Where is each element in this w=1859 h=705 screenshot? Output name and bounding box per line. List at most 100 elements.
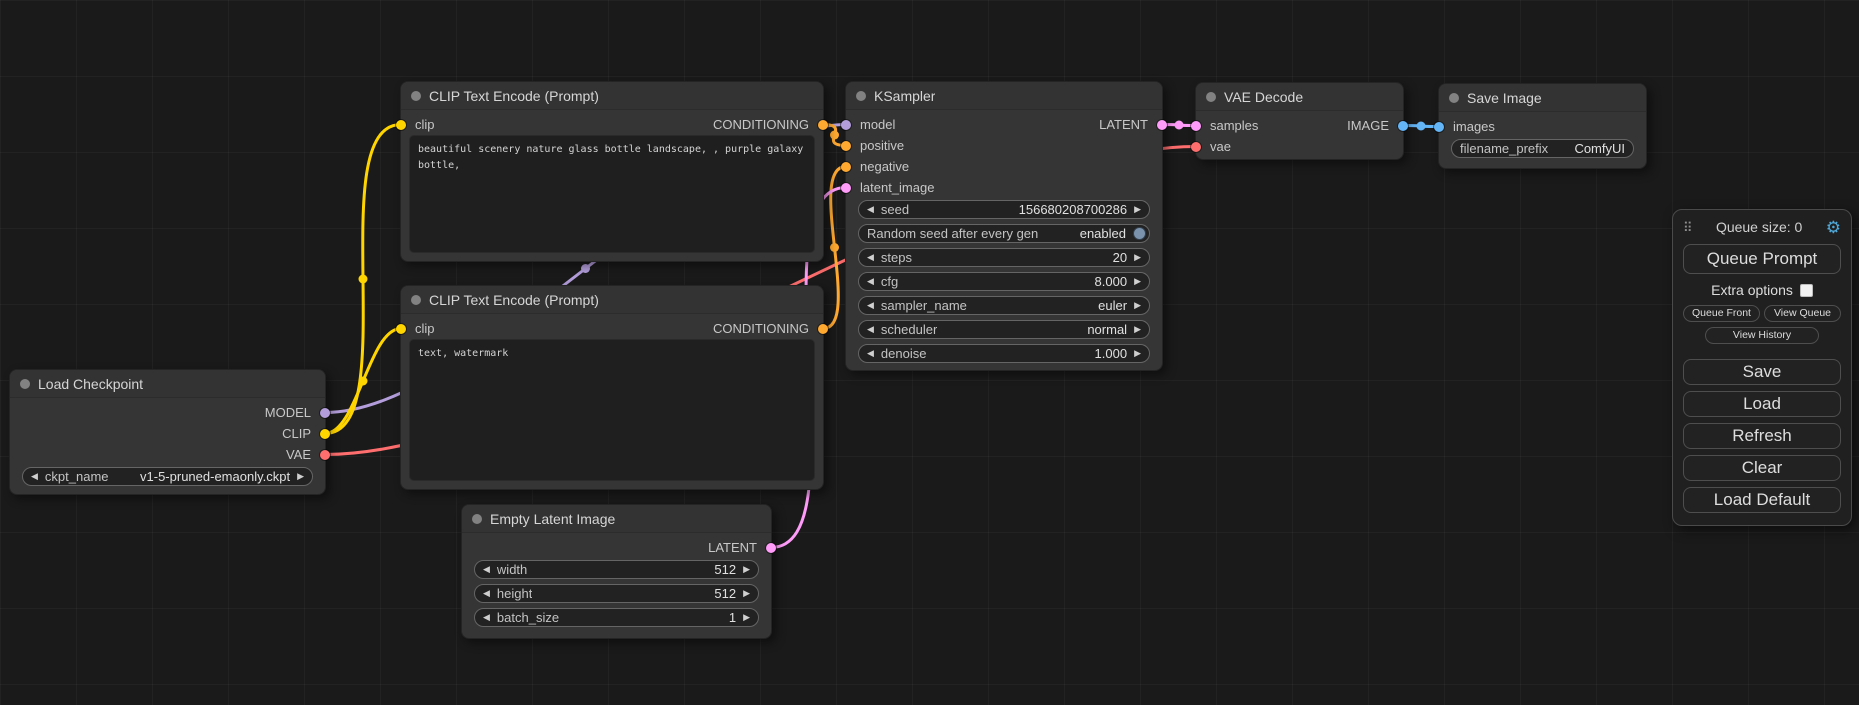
node-ksampler[interactable]: KSampler model LATENT positive negative …	[845, 81, 1163, 371]
extra-options-checkbox[interactable]	[1800, 284, 1813, 297]
increment-arrow-icon[interactable]: ▶	[743, 565, 750, 574]
slot-row: clip CONDITIONING	[401, 114, 823, 135]
collapse-dot-icon[interactable]	[1449, 93, 1459, 103]
settings-gear-icon[interactable]: ⚙	[1826, 219, 1841, 236]
widget-scheduler[interactable]: ◀ scheduler normal ▶	[858, 320, 1150, 339]
node-title-bar[interactable]: Load Checkpoint	[10, 370, 325, 398]
decrement-arrow-icon[interactable]: ◀	[867, 277, 874, 286]
output-slot-vae[interactable]	[320, 450, 330, 460]
collapse-dot-icon[interactable]	[1206, 92, 1216, 102]
node-empty-latent-image[interactable]: Empty Latent Image LATENT ◀ width 512 ▶ …	[461, 504, 772, 639]
output-slot-clip[interactable]	[320, 429, 330, 439]
node-vae-decode[interactable]: VAE Decode samples IMAGE vae	[1195, 82, 1404, 160]
input-label-vae: vae	[1210, 139, 1231, 154]
widget-steps[interactable]: ◀ steps 20 ▶	[858, 248, 1150, 267]
decrement-arrow-icon[interactable]: ◀	[483, 613, 490, 622]
refresh-button[interactable]: Refresh	[1683, 423, 1841, 449]
widget-cfg[interactable]: ◀ cfg 8.000 ▶	[858, 272, 1150, 291]
input-label-images: images	[1453, 119, 1495, 134]
prompt-textarea[interactable]: text, watermark	[409, 339, 815, 481]
increment-arrow-icon[interactable]: ▶	[1134, 205, 1141, 214]
drag-handle-icon[interactable]: ⠿	[1683, 221, 1693, 234]
output-slot-latent[interactable]	[1157, 120, 1167, 130]
widget-value: enabled	[1080, 226, 1126, 241]
node-save-image[interactable]: Save Image images filename_prefix ComfyU…	[1438, 83, 1647, 169]
widget-height[interactable]: ◀ height 512 ▶	[474, 584, 759, 603]
widget-value: 20	[1113, 250, 1127, 265]
input-label-clip: clip	[415, 321, 435, 336]
link-midpoint-dot	[359, 377, 368, 386]
decrement-arrow-icon[interactable]: ◀	[867, 325, 874, 334]
queue-prompt-button[interactable]: Queue Prompt	[1683, 244, 1841, 274]
output-slot-image[interactable]	[1398, 121, 1408, 131]
load-button[interactable]: Load	[1683, 391, 1841, 417]
node-title-bar[interactable]: KSampler	[846, 82, 1162, 110]
collapse-dot-icon[interactable]	[411, 295, 421, 305]
decrement-arrow-icon[interactable]: ◀	[867, 349, 874, 358]
clear-button[interactable]: Clear	[1683, 455, 1841, 481]
output-slot-latent[interactable]	[766, 543, 776, 553]
view-history-button[interactable]: View History	[1705, 327, 1819, 344]
node-title-bar[interactable]: Save Image	[1439, 84, 1646, 112]
increment-arrow-icon[interactable]: ▶	[743, 613, 750, 622]
node-clip-text-encode-negative[interactable]: CLIP Text Encode (Prompt) clip CONDITION…	[400, 285, 824, 490]
link-midpoint-dot	[581, 264, 590, 273]
node-clip-text-encode-positive[interactable]: CLIP Text Encode (Prompt) clip CONDITION…	[400, 81, 824, 262]
node-load-checkpoint[interactable]: Load Checkpoint MODEL CLIP VAE ◀ ckpt_na…	[9, 369, 326, 495]
decrement-arrow-icon[interactable]: ◀	[867, 253, 874, 262]
increment-arrow-icon[interactable]: ▶	[1134, 325, 1141, 334]
input-slot-clip[interactable]	[396, 324, 406, 334]
increment-arrow-icon[interactable]: ▶	[1134, 301, 1141, 310]
widget-ckpt-name[interactable]: ◀ ckpt_name v1-5-pruned-emaonly.ckpt ▶	[22, 467, 313, 486]
widget-filename-prefix[interactable]: filename_prefix ComfyUI	[1451, 139, 1634, 158]
collapse-dot-icon[interactable]	[411, 91, 421, 101]
increment-arrow-icon[interactable]: ▶	[743, 589, 750, 598]
input-slot-vae[interactable]	[1191, 142, 1201, 152]
collapse-dot-icon[interactable]	[472, 514, 482, 524]
input-slot-clip[interactable]	[396, 120, 406, 130]
slot-row: clip CONDITIONING	[401, 318, 823, 339]
widget-random-seed[interactable]: Random seed after every gen enabled	[858, 224, 1150, 243]
output-label-image: IMAGE	[1347, 118, 1389, 133]
collapse-dot-icon[interactable]	[20, 379, 30, 389]
input-label-model: model	[860, 117, 895, 132]
increment-arrow-icon[interactable]: ▶	[1134, 277, 1141, 286]
increment-arrow-icon[interactable]: ▶	[297, 472, 304, 481]
node-title-bar[interactable]: CLIP Text Encode (Prompt)	[401, 82, 823, 110]
prompt-textarea[interactable]: beautiful scenery nature glass bottle la…	[409, 135, 815, 253]
node-title: VAE Decode	[1224, 89, 1303, 105]
node-title-bar[interactable]: VAE Decode	[1196, 83, 1403, 111]
widget-width[interactable]: ◀ width 512 ▶	[474, 560, 759, 579]
output-slot-model[interactable]	[320, 408, 330, 418]
widget-denoise[interactable]: ◀ denoise 1.000 ▶	[858, 344, 1150, 363]
widget-seed[interactable]: ◀ seed 156680208700286 ▶	[858, 200, 1150, 219]
menu-header: ⠿ Queue size: 0 ⚙	[1683, 216, 1841, 238]
widget-label: cfg	[881, 274, 898, 289]
save-button[interactable]: Save	[1683, 359, 1841, 385]
node-title-bar[interactable]: CLIP Text Encode (Prompt)	[401, 286, 823, 314]
widget-batch-size[interactable]: ◀ batch_size 1 ▶	[474, 608, 759, 627]
node-title-bar[interactable]: Empty Latent Image	[462, 505, 771, 533]
increment-arrow-icon[interactable]: ▶	[1134, 349, 1141, 358]
widget-sampler-name[interactable]: ◀ sampler_name euler ▶	[858, 296, 1150, 315]
output-slot-conditioning[interactable]	[818, 324, 828, 334]
input-slot-latent-image[interactable]	[841, 183, 851, 193]
load-default-button[interactable]: Load Default	[1683, 487, 1841, 513]
increment-arrow-icon[interactable]: ▶	[1134, 253, 1141, 262]
decrement-arrow-icon[interactable]: ◀	[31, 472, 38, 481]
decrement-arrow-icon[interactable]: ◀	[867, 205, 874, 214]
queue-front-button[interactable]: Queue Front	[1683, 305, 1760, 322]
input-slot-negative[interactable]	[841, 162, 851, 172]
output-slot-conditioning[interactable]	[818, 120, 828, 130]
decrement-arrow-icon[interactable]: ◀	[483, 565, 490, 574]
collapse-dot-icon[interactable]	[856, 91, 866, 101]
toggle-knob-icon[interactable]	[1133, 227, 1146, 240]
decrement-arrow-icon[interactable]: ◀	[483, 589, 490, 598]
input-slot-images[interactable]	[1434, 122, 1444, 132]
view-queue-button[interactable]: View Queue	[1764, 305, 1841, 322]
input-slot-samples[interactable]	[1191, 121, 1201, 131]
decrement-arrow-icon[interactable]: ◀	[867, 301, 874, 310]
input-slot-positive[interactable]	[841, 141, 851, 151]
input-slot-model[interactable]	[841, 120, 851, 130]
node-title: Load Checkpoint	[38, 376, 143, 392]
